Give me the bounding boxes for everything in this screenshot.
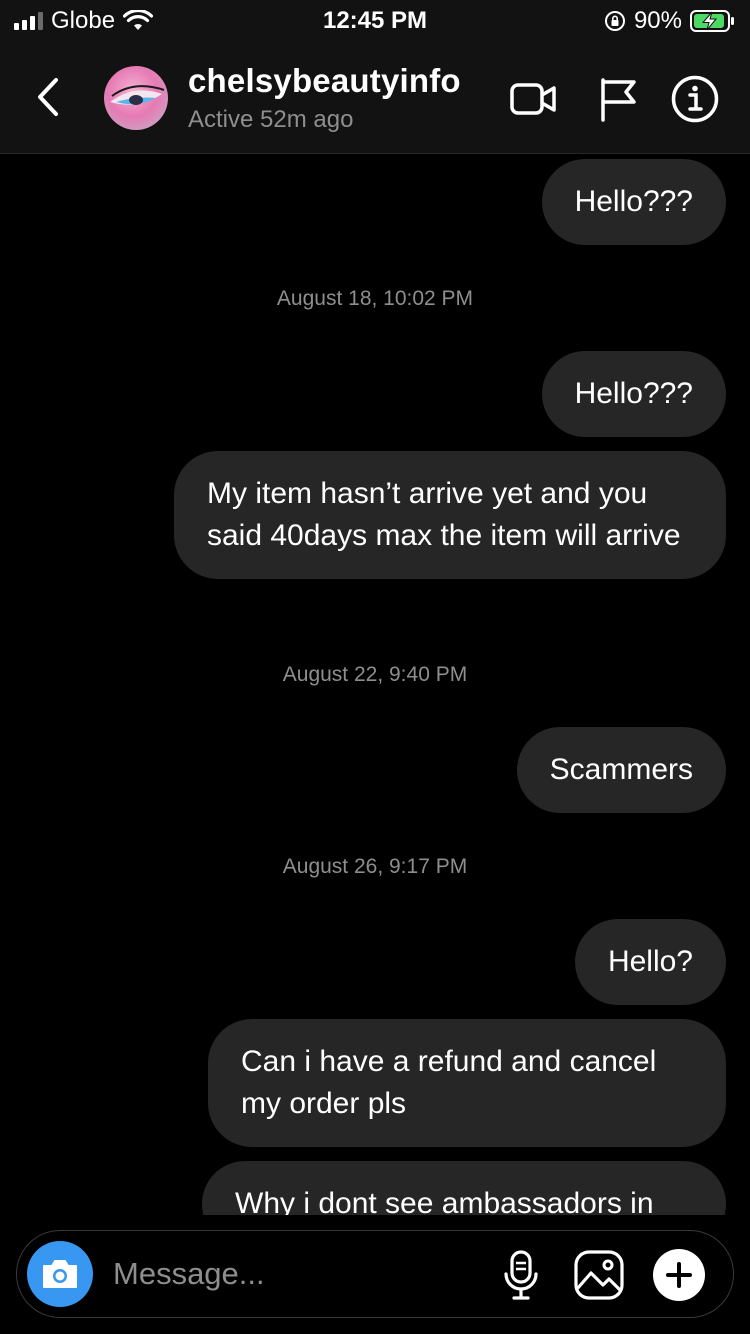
message-bubble[interactable]: My item hasn’t arrive yet and you said 4… <box>174 451 726 579</box>
message-bubble[interactable]: Scammers <box>516 727 726 813</box>
battery-percent: 90% <box>633 7 682 34</box>
avatar[interactable] <box>104 66 168 130</box>
message-timestamp: August 26, 9:17 PM <box>282 855 468 878</box>
camera-button[interactable] <box>27 1241 93 1307</box>
chat-thread[interactable]: Hello??? August 18, 10:02 PM Hello??? My… <box>0 155 750 1215</box>
camera-icon <box>43 1260 77 1288</box>
message-bubble[interactable]: Can i have a refund and cancel my order … <box>208 1019 726 1147</box>
video-camera-icon[interactable] <box>508 74 558 124</box>
message-bubble[interactable]: Hello? <box>574 919 726 1005</box>
message-timestamp: August 18, 10:02 PM <box>276 287 474 310</box>
battery-charging-icon <box>690 10 734 32</box>
orientation-lock-icon <box>604 11 625 31</box>
gallery-icon[interactable] <box>573 1249 625 1301</box>
chat-username[interactable]: chelsybeautyinfo <box>188 62 461 100</box>
plus-icon <box>666 1262 692 1288</box>
chat-header: chelsybeautyinfo Active 52m ago <box>0 44 750 154</box>
back-button[interactable] <box>30 74 66 120</box>
active-status: Active 52m ago <box>188 106 354 133</box>
status-bar: Globe 12:45 PM 90% <box>0 0 750 44</box>
message-timestamp: August 22, 9:40 PM <box>282 663 468 686</box>
microphone-icon[interactable] <box>495 1249 547 1301</box>
message-input[interactable] <box>113 1251 473 1297</box>
message-bubble[interactable]: Why i dont see ambassadors in <box>202 1161 726 1215</box>
message-bubble[interactable]: Hello??? <box>541 351 726 437</box>
status-right: 90% <box>604 6 736 36</box>
avatar-image <box>104 66 168 130</box>
flag-icon[interactable] <box>592 74 642 124</box>
add-button[interactable] <box>653 1249 705 1301</box>
info-icon[interactable] <box>670 74 720 124</box>
message-composer <box>16 1230 734 1318</box>
message-bubble[interactable]: Hello??? <box>541 159 726 245</box>
